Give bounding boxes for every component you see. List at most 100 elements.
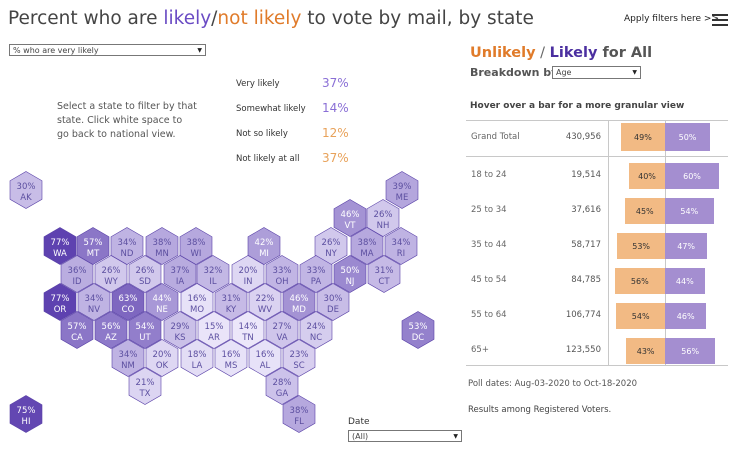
state-abbr-label: NV bbox=[88, 305, 100, 315]
state-pct-label: 39% bbox=[393, 182, 412, 192]
state-pct-label: 14% bbox=[239, 322, 258, 332]
state-abbr-label: SC bbox=[293, 361, 304, 371]
hex-tile-map[interactable]: 30%AK39%ME46%VT26%NH77%WA57%MT34%ND38%MN… bbox=[0, 160, 460, 454]
state-abbr-label: IN bbox=[244, 277, 253, 287]
state-pct-label: 30% bbox=[324, 294, 343, 304]
title-part1: Percent who are bbox=[8, 8, 164, 29]
unlikely-bar: 40% bbox=[629, 163, 665, 189]
state-abbr-label: AK bbox=[20, 193, 32, 203]
state-pct-label: 28% bbox=[273, 378, 292, 388]
row-count: 58,717 bbox=[571, 240, 601, 250]
state-abbr-label: FL bbox=[294, 417, 304, 427]
table-row[interactable]: 45 to 54 84,785 56% 44% bbox=[466, 263, 728, 298]
summary-value-not-so-likely: 12% bbox=[322, 126, 349, 140]
table-row[interactable]: 55 to 64 106,774 54% 46% bbox=[466, 298, 728, 333]
state-abbr-label: RI bbox=[397, 249, 405, 259]
state-abbr-label: DC bbox=[412, 333, 425, 343]
measure-dropdown[interactable]: % who are very likely ▼ bbox=[9, 44, 206, 56]
state-pct-label: 33% bbox=[273, 266, 292, 276]
state-hex-me[interactable]: 39%ME bbox=[385, 171, 419, 209]
title-not-likely: not likely bbox=[217, 8, 302, 29]
measure-dropdown-value: % who are very likely bbox=[13, 45, 99, 55]
state-pct-label: 38% bbox=[187, 238, 206, 248]
unlikely-bar: 56% bbox=[614, 268, 665, 294]
state-abbr-label: GA bbox=[276, 389, 289, 399]
row-label: 25 to 34 bbox=[471, 205, 507, 215]
likely-bar: 50% bbox=[665, 123, 710, 151]
state-abbr-label: KS bbox=[175, 333, 186, 343]
state-pct-label: 21% bbox=[136, 378, 155, 388]
breakdown-dropdown-value: Age bbox=[556, 68, 572, 77]
state-pct-label: 34% bbox=[119, 350, 138, 360]
state-pct-label: 20% bbox=[239, 266, 258, 276]
state-abbr-label: AZ bbox=[105, 333, 117, 343]
state-pct-label: 38% bbox=[153, 238, 172, 248]
state-abbr-label: MI bbox=[259, 249, 269, 259]
date-filter-label: Date bbox=[348, 417, 370, 427]
state-abbr-label: SD bbox=[139, 277, 151, 287]
breakdown-dropdown[interactable]: Age ▼ bbox=[552, 66, 641, 79]
chevron-down-icon: ▼ bbox=[453, 432, 458, 440]
state-abbr-label: MD bbox=[292, 305, 306, 315]
table-row[interactable]: 18 to 24 19,514 40% 60% bbox=[466, 158, 728, 193]
state-pct-label: 36% bbox=[68, 266, 87, 276]
state-abbr-label: VA bbox=[276, 333, 287, 343]
row-count: 430,956 bbox=[565, 132, 601, 142]
state-abbr-label: WY bbox=[104, 277, 118, 287]
row-label: 65+ bbox=[471, 345, 489, 355]
state-abbr-label: LA bbox=[192, 361, 203, 371]
state-pct-label: 31% bbox=[375, 266, 394, 276]
state-abbr-label: UT bbox=[139, 333, 151, 343]
state-abbr-label: TX bbox=[138, 389, 150, 399]
table-row[interactable]: 65+ 123,550 43% 56% bbox=[466, 333, 728, 368]
state-abbr-label: ID bbox=[72, 277, 82, 287]
table-row[interactable]: 25 to 34 37,616 45% 54% bbox=[466, 193, 728, 228]
table-rule bbox=[466, 156, 728, 157]
date-dropdown-value: (All) bbox=[352, 431, 369, 441]
state-pct-label: 27% bbox=[273, 322, 292, 332]
title-for-all: for All bbox=[597, 45, 653, 61]
state-abbr-label: HI bbox=[22, 417, 31, 427]
state-pct-label: 54% bbox=[136, 322, 155, 332]
state-abbr-label: PA bbox=[311, 277, 322, 287]
table-row[interactable]: 35 to 44 58,717 53% 47% bbox=[466, 228, 728, 263]
date-dropdown[interactable]: (All) ▼ bbox=[348, 430, 462, 442]
unlikely-bar: 45% bbox=[624, 198, 665, 224]
state-abbr-label: IA bbox=[176, 277, 185, 287]
unlikely-bar: 54% bbox=[616, 303, 665, 329]
state-pct-label: 20% bbox=[153, 350, 172, 360]
state-pct-label: 24% bbox=[307, 322, 326, 332]
hamburger-menu-icon[interactable] bbox=[712, 14, 728, 26]
state-abbr-label: OR bbox=[54, 305, 67, 315]
state-abbr-label: MA bbox=[360, 249, 373, 259]
row-count: 123,550 bbox=[565, 345, 601, 355]
state-pct-label: 26% bbox=[102, 266, 121, 276]
state-pct-label: 50% bbox=[341, 266, 360, 276]
state-hex-hi[interactable]: 75%HI bbox=[9, 395, 43, 433]
state-pct-label: 23% bbox=[290, 350, 309, 360]
state-pct-label: 44% bbox=[153, 294, 172, 304]
state-abbr-label: IL bbox=[209, 277, 217, 287]
title-likely: likely bbox=[163, 8, 212, 29]
state-pct-label: 32% bbox=[204, 266, 223, 276]
state-pct-label: 16% bbox=[222, 350, 241, 360]
state-pct-label: 26% bbox=[136, 266, 155, 276]
likely-bar: 56% bbox=[665, 338, 716, 364]
state-abbr-label: MS bbox=[225, 361, 238, 371]
table-row-grand-total[interactable]: Grand Total 430,956 49% 50% bbox=[466, 120, 728, 155]
state-abbr-label: MT bbox=[87, 249, 100, 259]
state-abbr-label: ME bbox=[396, 193, 409, 203]
state-abbr-label: WV bbox=[258, 305, 272, 315]
state-abbr-label: NE bbox=[156, 305, 168, 315]
state-abbr-label: DE bbox=[327, 305, 339, 315]
row-count: 106,774 bbox=[565, 310, 601, 320]
state-hex-dc[interactable]: 53%DC bbox=[401, 311, 435, 349]
state-hex-ak[interactable]: 30%AK bbox=[9, 171, 43, 209]
state-pct-label: 53% bbox=[409, 322, 428, 332]
row-label: 45 to 54 bbox=[471, 275, 507, 285]
state-pct-label: 33% bbox=[307, 266, 326, 276]
state-abbr-label: OK bbox=[156, 361, 169, 371]
state-abbr-label: CA bbox=[71, 333, 83, 343]
chevron-down-icon: ▼ bbox=[197, 46, 202, 54]
title-unlikely: Unlikely bbox=[470, 45, 536, 61]
